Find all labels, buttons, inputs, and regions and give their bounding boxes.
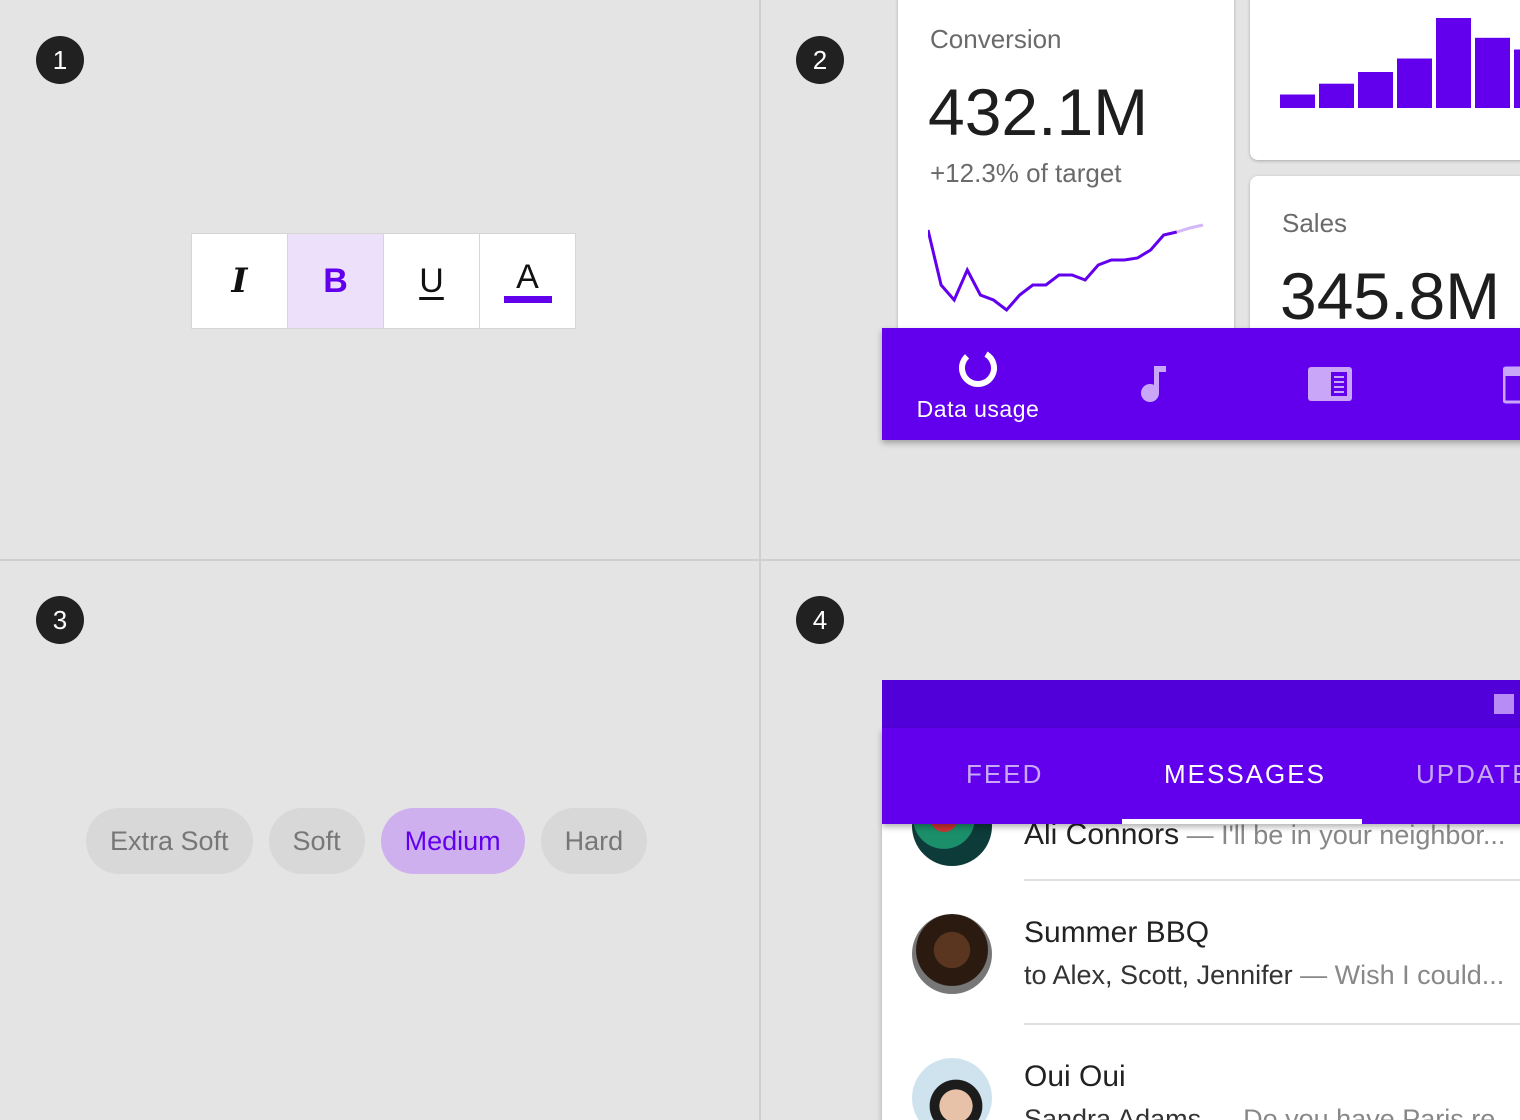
avatar [912, 914, 992, 994]
message-snippet: — Wish I could... [1292, 960, 1505, 990]
message-recipients: to Alex, Scott, Jennifer [1024, 960, 1293, 990]
message-snippet: — Do you have Paris re [1201, 1104, 1496, 1120]
conversion-value: 432.1M [928, 75, 1149, 149]
message-title: Oui Oui [1024, 1060, 1126, 1093]
sales-label: Sales [1282, 208, 1348, 238]
format-underline-icon: U [419, 261, 444, 300]
status-square-icon [1494, 694, 1514, 714]
sparkline-series [928, 229, 1178, 313]
tab-bar: FEED MESSAGES UPDATE [882, 728, 1520, 824]
chip-soft[interactable]: Soft [268, 808, 365, 874]
message-snippet: — I'll be in your neighbor... [1179, 820, 1506, 850]
format-bold-icon: B [323, 261, 348, 300]
newspaper-icon [1308, 367, 1352, 401]
nav-item-music[interactable] [1114, 328, 1194, 440]
text-color-button[interactable]: A [480, 234, 575, 328]
bar-chart-card[interactable] [1250, 0, 1520, 160]
sales-value: 345.8M [1280, 259, 1501, 333]
italic-button[interactable]: I [192, 234, 288, 328]
avatar [912, 1058, 992, 1120]
conversion-subtitle: +12.3% of target [930, 158, 1122, 188]
bar [1436, 18, 1471, 108]
nav-item-news[interactable] [1290, 328, 1370, 440]
text-color-letter: A [516, 257, 539, 296]
step-marker-3: 3 [36, 596, 84, 644]
bar [1280, 94, 1315, 108]
chip-medium[interactable]: Medium [380, 808, 525, 874]
calendar-icon [1503, 366, 1520, 404]
quadrant-2: 2 Conversion 432.1M +12.3% of target Sal… [761, 0, 1520, 559]
tab-feed[interactable]: FEED [966, 728, 1043, 824]
bottom-navigation: Data usage [882, 328, 1520, 440]
conversion-card[interactable]: Conversion 432.1M +12.3% of target [898, 0, 1234, 340]
list-divider [1024, 879, 1520, 881]
format-color-text-icon: A [503, 257, 552, 303]
firmness-chip-group: Extra Soft Soft Medium Hard [86, 808, 648, 874]
bar [1475, 37, 1510, 108]
message-subtitle: to Alex, Scott, Jennifer — Wish I could.… [1024, 960, 1504, 991]
step-marker-1: 1 [36, 36, 84, 84]
sparkline-forecast [1176, 223, 1204, 234]
nav-item-data-usage[interactable]: Data usage [898, 328, 1058, 440]
tab-messages[interactable]: MESSAGES [1164, 728, 1326, 824]
bar-chart [1280, 18, 1520, 108]
active-tab-indicator [1122, 819, 1362, 824]
color-swatch-bar [503, 295, 552, 303]
music-note-icon [1141, 366, 1166, 402]
quadrant-1: 1 I B U A [0, 0, 759, 559]
nav-label-data-usage: Data usage [916, 395, 1040, 422]
bar [1319, 83, 1354, 108]
underline-button[interactable]: U [384, 234, 480, 328]
bold-button[interactable]: B [288, 234, 384, 328]
chip-extra-soft[interactable]: Extra Soft [86, 808, 253, 874]
status-bar [882, 680, 1520, 728]
step-marker-2: 2 [796, 36, 844, 84]
data-usage-icon [959, 348, 997, 387]
message-subtitle: Sandra Adams — Do you have Paris re [1024, 1104, 1495, 1120]
conversion-sparkline [928, 223, 1204, 313]
text-format-toggle-group: I B U A [191, 233, 576, 329]
bar [1514, 49, 1520, 108]
tab-updates[interactable]: UPDATE [1416, 728, 1520, 824]
message-recipients: Sandra Adams [1024, 1104, 1202, 1120]
bar [1358, 72, 1393, 108]
quadrant-3: 3 Extra Soft Soft Medium Hard [0, 561, 759, 1120]
step-marker-4: 4 [796, 596, 844, 644]
bar [1397, 58, 1432, 108]
conversion-label: Conversion [930, 24, 1062, 54]
nav-item-calendar[interactable] [1486, 328, 1520, 440]
chip-hard[interactable]: Hard [540, 808, 648, 874]
message-list: Ali Connors — I'll be in your neighbor..… [882, 786, 1520, 1120]
format-italic-icon: I [231, 261, 248, 301]
message-title: Summer BBQ [1024, 916, 1210, 949]
list-divider [1024, 1023, 1520, 1025]
quadrant-4: 4 FEED MESSAGES UPDATE Ali Connors — I'l… [761, 561, 1520, 1120]
